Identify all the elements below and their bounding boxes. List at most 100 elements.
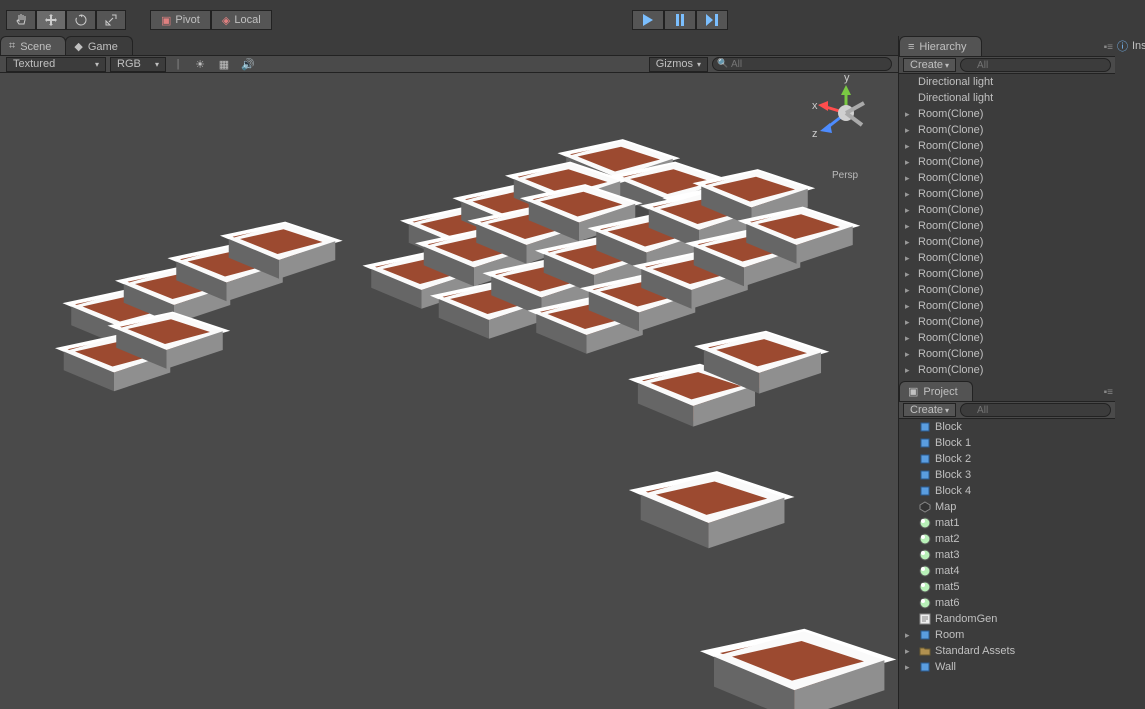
project-item[interactable]: ▸ Standard Assets [899,643,1115,659]
unity-icon [918,500,932,514]
project-item[interactable]: mat2 [899,531,1115,547]
pause-button[interactable] [664,10,696,30]
expand-icon[interactable]: ▸ [905,173,915,184]
tab-scene[interactable]: ⌗ Scene [0,36,66,56]
inspector-tab-sliver[interactable]: ⓘ Ins [1115,36,1145,56]
expand-icon[interactable]: ▸ [905,349,915,360]
folder-icon [918,644,932,658]
expand-icon[interactable]: ▸ [905,125,915,136]
hierarchy-item[interactable]: ▸Room(Clone) [899,202,1115,218]
gizmos-label: Gizmos [656,58,693,70]
project-panel-menu[interactable]: ▪≡ [1104,387,1113,398]
expand-icon[interactable]: ▸ [905,365,915,376]
hierarchy-item[interactable]: ▸Room(Clone) [899,250,1115,266]
project-tab[interactable]: ▣ Project [899,381,973,401]
hierarchy-item[interactable]: ▸Room(Clone) [899,218,1115,234]
project-item[interactable]: RandomGen [899,611,1115,627]
project-item[interactable]: Map [899,499,1115,515]
hierarchy-item-label: Room(Clone) [918,204,983,216]
inspector-title: Ins [1132,40,1145,52]
project-item[interactable]: ▸Wall [899,659,1115,675]
dropdown-icon: ▾ [155,60,159,69]
hierarchy-item-label: Room(Clone) [918,140,983,152]
hierarchy-item[interactable]: ▸Room(Clone) [899,314,1115,330]
project-search-input[interactable] [960,403,1111,417]
move-tool[interactable] [36,10,66,30]
project-tree[interactable]: Block Block 1Block 2Block 3Block 4 Map mat1… [899,419,1115,709]
hierarchy-item[interactable]: ▸Room(Clone) [899,362,1115,378]
hierarchy-create-button[interactable]: Create ▾ [903,58,956,72]
hierarchy-item[interactable]: ▸Room(Clone) [899,266,1115,282]
hierarchy-item[interactable]: Directional light [899,90,1115,106]
hierarchy-item[interactable]: ▸Room(Clone) [899,106,1115,122]
hierarchy-item-label: Room(Clone) [918,124,983,136]
expand-icon[interactable]: ▸ [905,317,915,328]
expand-icon[interactable]: ▸ [905,109,915,120]
scene-3d-render: y x z [0,73,898,709]
hierarchy-item[interactable]: ▸Room(Clone) [899,122,1115,138]
expand-icon[interactable]: ▸ [905,662,915,673]
hierarchy-item[interactable]: ▸Room(Clone) [899,138,1115,154]
hierarchy-item[interactable]: ▸Room(Clone) [899,234,1115,250]
hierarchy-item[interactable]: ▸Room(Clone) [899,282,1115,298]
audio-toggle[interactable]: 🔊 [238,57,258,72]
expand-icon[interactable]: ▸ [905,301,915,312]
hierarchy-item-label: Room(Clone) [918,156,983,168]
expand-icon[interactable]: ▸ [905,157,915,168]
hierarchy-panel-menu[interactable]: ▪≡ [1104,42,1113,53]
project-item[interactable]: mat3 [899,547,1115,563]
expand-icon[interactable]: ▸ [905,221,915,232]
project-item[interactable]: mat1 [899,515,1115,531]
expand-icon[interactable]: ▸ [905,237,915,248]
hierarchy-tree[interactable]: Directional lightDirectional light▸Room(… [899,74,1115,381]
project-item-label: Block [935,421,962,433]
expand-icon[interactable]: ▸ [905,205,915,216]
shading-mode-dropdown[interactable]: Textured ▾ [6,57,106,72]
expand-icon[interactable]: ▸ [905,285,915,296]
tab-game[interactable]: ◆ Game [65,36,132,56]
expand-icon[interactable]: ▸ [905,253,915,264]
play-button[interactable] [632,10,664,30]
hierarchy-item[interactable]: ▸Room(Clone) [899,298,1115,314]
project-create-button[interactable]: Create ▾ [903,403,956,417]
local-toggle[interactable]: ◈ Local [211,10,272,30]
step-button[interactable] [696,10,728,30]
project-item[interactable]: Block [899,419,1115,435]
pivot-toggle[interactable]: ▣ Pivot [150,10,211,30]
hand-tool[interactable] [6,10,36,30]
scale-tool[interactable] [96,10,126,30]
hierarchy-item[interactable]: ▸Room(Clone) [899,186,1115,202]
expand-icon[interactable]: ▸ [905,269,915,280]
project-item[interactable]: mat6 [899,595,1115,611]
project-item[interactable]: mat4 [899,563,1115,579]
project-item[interactable]: ▸Room [899,627,1115,643]
expand-icon[interactable]: ▸ [905,630,915,641]
render-mode-dropdown[interactable]: RGB ▾ [110,57,166,72]
scene-search-input[interactable] [712,57,892,71]
hierarchy-item[interactable]: Directional light [899,74,1115,90]
gizmos-dropdown[interactable]: Gizmos ▾ [649,57,708,72]
project-item[interactable]: Block 4 [899,483,1115,499]
lighting-toggle[interactable]: ☀ [190,57,210,72]
expand-icon[interactable]: ▸ [905,646,915,657]
rotate-tool[interactable] [66,10,96,30]
expand-icon[interactable]: ▸ [905,141,915,152]
hierarchy-item[interactable]: ▸Room(Clone) [899,346,1115,362]
mat-icon [918,548,932,562]
expand-icon[interactable]: ▸ [905,189,915,200]
project-item[interactable]: mat5 [899,579,1115,595]
hierarchy-item[interactable]: ▸Room(Clone) [899,170,1115,186]
project-item[interactable]: Block 2 [899,451,1115,467]
expand-icon[interactable]: ▸ [905,333,915,344]
hierarchy-item[interactable]: ▸Room(Clone) [899,154,1115,170]
scene-viewport[interactable]: y x z [0,73,898,709]
project-item-label: Map [935,501,956,513]
project-item-label: Standard Assets [935,645,1015,657]
hierarchy-item[interactable]: ▸Room(Clone) [899,330,1115,346]
project-item[interactable]: Block 1 [899,435,1115,451]
skybox-toggle[interactable]: ▦ [214,57,234,72]
hierarchy-tab[interactable]: ≡ Hierarchy [899,36,982,56]
project-item[interactable]: Block 3 [899,467,1115,483]
hierarchy-search-input[interactable] [960,58,1111,72]
cube-icon [918,436,932,450]
